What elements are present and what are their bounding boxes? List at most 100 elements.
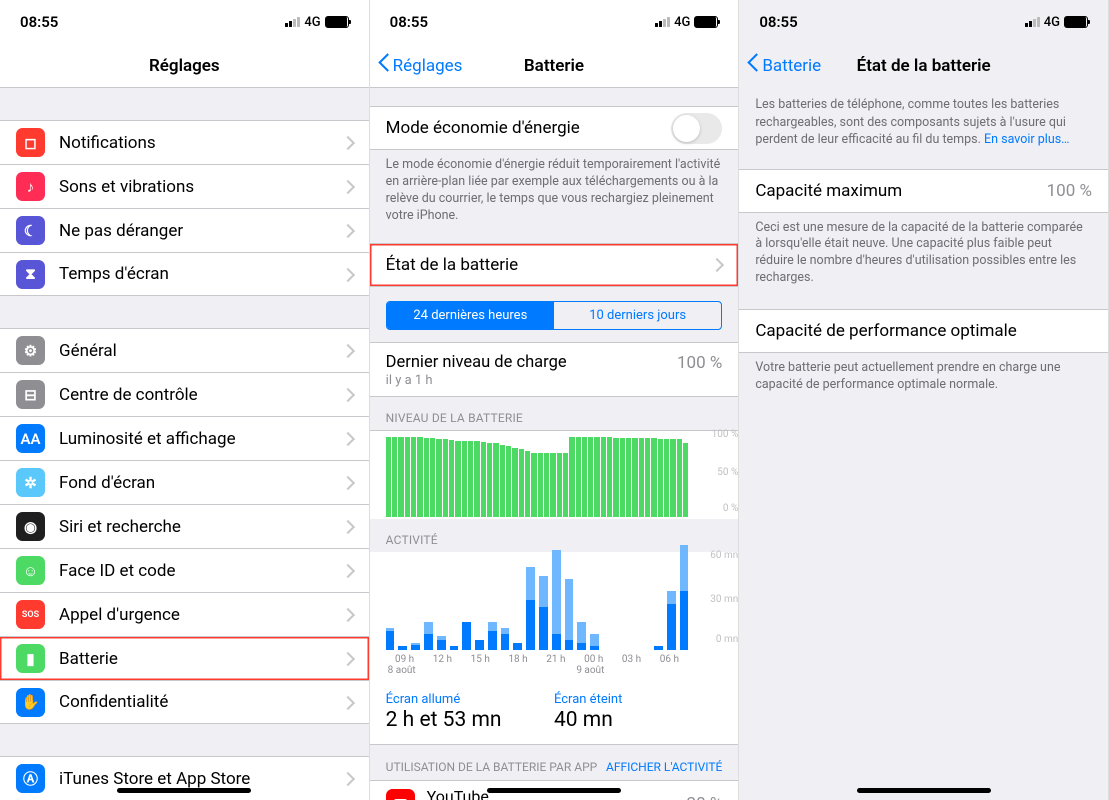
level-bar <box>531 453 536 517</box>
level-bar <box>651 438 656 516</box>
level-bar <box>632 438 637 516</box>
home-indicator[interactable] <box>487 788 621 793</box>
activity-bar <box>552 550 561 650</box>
level-bar <box>481 442 486 516</box>
xday-b: 9 août <box>574 665 688 682</box>
status-right: 4G <box>285 15 348 30</box>
row-dnd[interactable]: ☾Ne pas déranger <box>0 208 369 252</box>
wallpaper-icon: ✲ <box>16 468 45 497</box>
level-bar <box>462 441 467 517</box>
status-net: 4G <box>304 15 320 30</box>
row-sounds[interactable]: ♪Sons et vibrations <box>0 164 369 208</box>
level-bar <box>411 437 416 516</box>
level-bar <box>550 453 555 517</box>
chevron-right-icon <box>345 180 353 193</box>
screentime-icon: ⧗ <box>16 260 45 289</box>
chevron-right-icon <box>345 696 353 709</box>
level-bar <box>563 453 568 517</box>
row-privacy[interactable]: ✋Confidentialité <box>0 680 369 724</box>
level-bar <box>607 437 612 517</box>
page-title: Réglages <box>149 56 220 76</box>
seg-10d[interactable]: 10 derniers jours <box>554 302 721 329</box>
segmented-timerange[interactable]: 24 dernières heures 10 derniers jours <box>386 301 723 330</box>
home-indicator[interactable] <box>857 788 991 793</box>
capacity-footer: Ceci est une mesure de la capacité de la… <box>739 213 1108 288</box>
row-label: Temps d'écran <box>59 264 345 284</box>
activity-chart: 60 mn 30 mn 0 mn 09 h12 h15 h18 h21 h00 … <box>370 552 739 682</box>
screen-off-value: 40 mn <box>554 708 722 732</box>
page-title: Batterie <box>524 56 584 76</box>
activity-bar <box>450 646 459 649</box>
level-bar <box>398 437 403 517</box>
activity-bar <box>590 634 599 649</box>
row-value: 100 % <box>1047 181 1092 201</box>
last-charge-sub: il y a 1 h <box>386 373 723 388</box>
seg-24h[interactable]: 24 dernières heures <box>387 302 554 329</box>
x-tick: 06 h <box>650 654 688 665</box>
back-button[interactable]: Réglages <box>378 56 463 76</box>
row-faceid[interactable]: ☺Face ID et code <box>0 548 369 592</box>
battery-icon <box>325 16 349 28</box>
low-power-toggle[interactable] <box>671 113 722 144</box>
row-last-charge: Dernier niveau de charge il y a 1 h 100 … <box>370 342 739 397</box>
row-label: Mode économie d'énergie <box>386 118 672 138</box>
status-right: 4G <box>1025 15 1088 30</box>
back-button[interactable]: Batterie <box>747 56 821 76</box>
activity-bar <box>526 567 535 650</box>
itunes-icon: Ⓐ <box>16 764 45 793</box>
row-itunes[interactable]: ⒶiTunes Store et App Store <box>0 756 369 800</box>
level-bar <box>639 438 644 516</box>
activity-bar <box>654 646 663 649</box>
row-battery[interactable]: ▮Batterie <box>0 636 369 680</box>
row-display[interactable]: AALuminosité et affichage <box>0 416 369 460</box>
low-power-footer: Le mode économie d'énergie réduit tempor… <box>370 150 739 225</box>
level-bar <box>683 443 688 517</box>
chevron-right-icon <box>345 652 353 665</box>
row-siri[interactable]: ◉Siri et recherche <box>0 504 369 548</box>
status-bar: 08:55 4G <box>0 0 369 44</box>
activity-bar <box>411 643 420 649</box>
chevron-right-icon <box>345 772 353 785</box>
x-tick: 12 h <box>423 654 461 665</box>
back-label: Batterie <box>762 56 821 76</box>
activity-bar <box>424 622 433 650</box>
level-bar <box>645 438 650 516</box>
level-bar <box>449 440 454 517</box>
siri-icon: ◉ <box>16 512 45 541</box>
screen-on-label: Écran allumé <box>386 692 554 707</box>
show-activity-link[interactable]: AFFICHER L'ACTIVITÉ <box>606 760 722 774</box>
home-indicator[interactable] <box>117 788 251 793</box>
activity-bar <box>462 622 471 650</box>
row-label: Luminosité et affichage <box>59 429 345 449</box>
row-sos[interactable]: SOSAppel d'urgence <box>0 592 369 636</box>
chevron-right-icon <box>345 432 353 445</box>
chevron-right-icon <box>345 344 353 357</box>
level-bar <box>512 448 517 517</box>
chevron-left-icon <box>747 56 759 76</box>
battery-icon <box>1064 16 1088 28</box>
row-control[interactable]: ⊟Centre de contrôle <box>0 372 369 416</box>
level-bar <box>392 437 397 517</box>
level-header: NIVEAU DE LA BATTERIE <box>370 397 739 430</box>
row-screentime[interactable]: ⧗ Temps d'écran <box>0 252 369 296</box>
row-notifications[interactable]: ◻Notifications <box>0 120 369 164</box>
activity-bar <box>488 622 497 650</box>
ylabel-0: 0 % <box>723 503 738 514</box>
learn-more-link[interactable]: En savoir plus… <box>984 132 1070 147</box>
activity-bar <box>386 628 395 649</box>
battery-icon <box>694 16 718 28</box>
row-low-power-mode[interactable]: Mode économie d'énergie <box>370 106 739 150</box>
level-bar <box>582 437 587 517</box>
app-pct: 28 % <box>687 794 723 800</box>
row-general[interactable]: ⚙Général <box>0 328 369 372</box>
last-charge-value: 100 % <box>677 353 722 373</box>
level-bar <box>613 438 618 516</box>
nav-bar: Réglages <box>0 44 369 88</box>
app-icon <box>386 789 415 800</box>
row-peak-performance: Capacité de performance optimale <box>739 309 1108 353</box>
row-wallpaper[interactable]: ✲Fond d'écran <box>0 460 369 504</box>
level-bar <box>569 437 574 517</box>
screen-battery: 08:55 4G Réglages Batterie Mode économie… <box>370 0 740 800</box>
row-battery-health[interactable]: État de la batterie <box>370 243 739 287</box>
signal-icon <box>285 17 300 27</box>
